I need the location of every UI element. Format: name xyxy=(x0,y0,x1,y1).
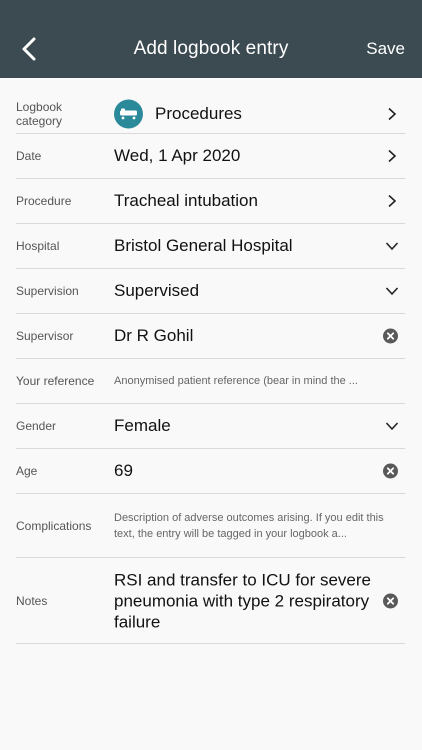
complications-row[interactable]: Complications Description of adverse out… xyxy=(16,494,405,558)
date-label: Date xyxy=(16,149,42,163)
supervision-row[interactable]: Supervision Supervised xyxy=(16,269,405,314)
hospital-row[interactable]: Hospital Bristol General Hospital xyxy=(16,224,405,269)
gender-label: Gender xyxy=(16,419,57,433)
supervisor-row[interactable]: Supervisor Dr R Gohil xyxy=(16,314,405,359)
notes-row[interactable]: Notes RSI and transfer to ICU for severe… xyxy=(16,558,405,644)
notes-label: Notes xyxy=(16,593,48,608)
reference-label: Your reference xyxy=(16,374,95,388)
clear-icon[interactable] xyxy=(383,328,398,344)
save-button[interactable]: Save xyxy=(366,39,405,59)
age-row[interactable]: Age 69 xyxy=(16,449,405,494)
age-input[interactable]: 69 xyxy=(114,461,133,481)
chevron-down-icon xyxy=(385,242,399,251)
date-row[interactable]: Date Wed, 1 Apr 2020 xyxy=(16,134,405,179)
gender-value: Female xyxy=(114,416,171,435)
chevron-down-icon xyxy=(385,287,399,296)
clear-icon[interactable] xyxy=(383,593,398,608)
chevron-right-icon xyxy=(388,149,397,163)
procedure-value: Tracheal intubation xyxy=(114,191,258,210)
supervisor-input[interactable]: Dr R Gohil xyxy=(114,326,193,346)
clear-icon[interactable] xyxy=(383,463,398,479)
complications-input[interactable]: Description of adverse outcomes arising.… xyxy=(114,510,384,542)
reference-input[interactable]: Anonymised patient reference (bear in mi… xyxy=(114,373,384,389)
hospital-value: Bristol General Hospital xyxy=(114,236,293,255)
date-value: Wed, 1 Apr 2020 xyxy=(114,146,241,165)
logbook-form: Logbook category Procedures Date Wed, 1 … xyxy=(16,94,405,644)
complications-label: Complications xyxy=(16,518,92,533)
procedure-row[interactable]: Procedure Tracheal intubation xyxy=(16,179,405,224)
page-title: Add logbook entry xyxy=(133,38,289,59)
supervisor-label: Supervisor xyxy=(16,329,74,343)
category-value: Procedures xyxy=(155,103,242,123)
chevron-down-icon xyxy=(385,422,399,431)
category-row[interactable]: Logbook category Procedures xyxy=(16,94,405,134)
chevron-right-icon xyxy=(388,194,397,208)
supervision-label: Supervision xyxy=(16,284,79,298)
hospital-label: Hospital xyxy=(16,239,60,253)
stretcher-icon xyxy=(114,99,143,128)
category-label: Logbook category xyxy=(16,99,63,128)
procedure-label: Procedure xyxy=(16,194,72,208)
reference-row[interactable]: Your reference Anonymised patient refere… xyxy=(16,359,405,404)
age-label: Age xyxy=(16,464,38,478)
gender-row[interactable]: Gender Female xyxy=(16,404,405,449)
chevron-right-icon xyxy=(388,107,397,120)
nav-header: Add logbook entry Save xyxy=(0,0,422,78)
supervision-value: Supervised xyxy=(114,281,200,300)
notes-input[interactable]: RSI and transfer to ICU for severe pneum… xyxy=(114,569,379,632)
